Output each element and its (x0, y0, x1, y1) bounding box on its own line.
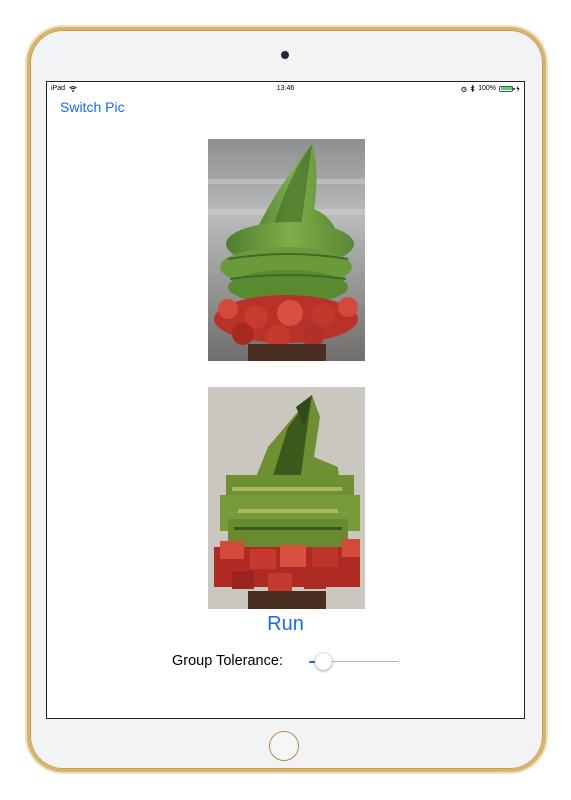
alarm-icon (461, 86, 467, 92)
app-screen: iPad 13:46 100% Switch Pic Run Group Tol… (46, 81, 525, 719)
battery-fill (500, 87, 512, 90)
run-button[interactable]: Run (47, 613, 524, 636)
group-tolerance-slider[interactable] (309, 652, 399, 672)
tolerance-row: Group Tolerance: (172, 652, 412, 672)
battery-percentage: 100% (478, 85, 496, 92)
slider-thumb[interactable] (314, 653, 332, 670)
grouped-image (208, 387, 365, 609)
bluetooth-icon (470, 85, 475, 92)
group-tolerance-label: Group Tolerance: (172, 653, 283, 669)
charging-icon (516, 85, 520, 92)
status-time: 13:46 (276, 85, 295, 92)
front-camera (281, 51, 289, 59)
battery-icon (499, 85, 515, 92)
status-bar: iPad 13:46 100% (47, 82, 524, 96)
original-image (208, 139, 365, 361)
slider-track-empty (323, 661, 399, 662)
home-button[interactable] (269, 731, 299, 761)
switch-pic-button[interactable]: Switch Pic (60, 99, 125, 115)
